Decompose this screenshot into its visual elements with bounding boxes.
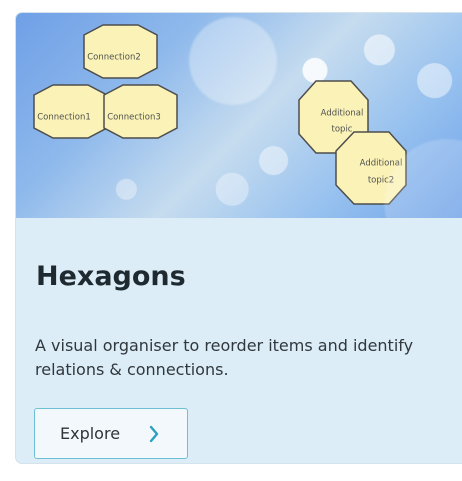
hexagon-shape — [103, 84, 178, 139]
chevron-right-icon-svg — [149, 425, 159, 443]
hexagon-shape — [83, 24, 158, 79]
connection2-hexagon: Connection2 — [83, 24, 158, 79]
additional-topic2-hexagon: Additional topic2 — [335, 131, 407, 205]
hexagon-label: topic — [332, 125, 353, 135]
hexagon-label: Additional — [321, 109, 364, 119]
chevron-right-icon — [149, 425, 159, 443]
hexagon-label: Connection1 — [37, 113, 91, 123]
hexagon-label: Connection2 — [87, 53, 141, 63]
hexagon-label: topic2 — [368, 176, 394, 186]
explore-button-label: Explore — [60, 423, 121, 443]
hexagon-banner-image: Connection2 Connection1 Connection3 Addi… — [16, 13, 462, 218]
card-description: A visual organiser to reorder items and … — [35, 336, 414, 379]
page: Connection2 Connection1 Connection3 Addi… — [0, 0, 462, 481]
card-content: Hexagons A visual organiser to reorder i… — [16, 218, 462, 463]
connection1-hexagon: Connection1 — [33, 84, 108, 139]
hexagon-shape — [33, 84, 108, 139]
hexagon-label: Connection3 — [107, 113, 161, 123]
explore-button[interactable]: Explore — [34, 408, 188, 459]
connection3-hexagon: Connection3 — [103, 84, 178, 139]
hexagon-label: Additional — [360, 159, 403, 169]
hexagon-diagram: Connection2 Connection1 Connection3 Addi… — [33, 24, 407, 205]
card-title: Hexagons — [36, 261, 186, 292]
hexagons-card[interactable]: Connection2 Connection1 Connection3 Addi… — [15, 12, 462, 464]
